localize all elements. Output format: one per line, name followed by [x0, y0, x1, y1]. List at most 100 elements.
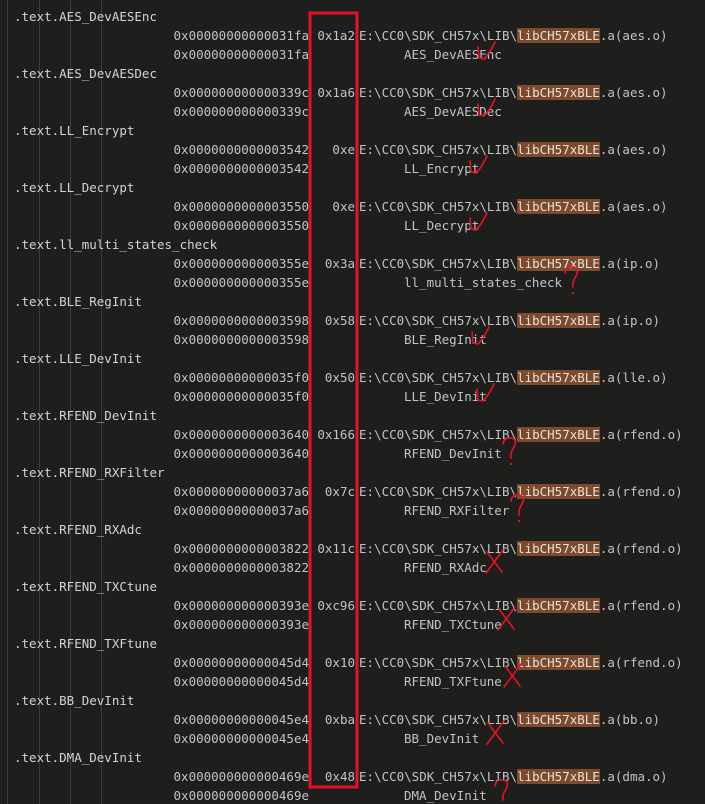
source-path-prefix: E:\CC0\SDK_CH57x\LIB\	[359, 28, 518, 43]
address-size-source-line[interactable]: 0x000000000000355e 0x3a E:\CC0\SDK_CH57x\L…	[0, 254, 705, 273]
source-path[interactable]: E:\CC0\SDK_CH57x\LIB\libCH57xBLE.a(bb.o)	[359, 710, 660, 729]
section-line[interactable]: .text.DMA_DevInit	[0, 748, 705, 767]
section-line[interactable]: .text.LL_Encrypt	[0, 121, 705, 140]
symbol-name: AES_DevAESEnc	[404, 47, 502, 62]
address-size-source-line[interactable]: 0x00000000000035f0 0x50 E:\CC0\SDK_CH57x\L…	[0, 368, 705, 387]
symbol-address-value: 0x00000000000037a6	[173, 503, 309, 518]
size-value: 0xc96	[317, 598, 355, 613]
source-path[interactable]: E:\CC0\SDK_CH57x\LIB\libCH57xBLE.a(ip.o)	[359, 254, 660, 273]
symbol-line[interactable]: 0x00000000000031fa AES_DevAESEnc	[0, 45, 705, 64]
symbol-line[interactable]: 0x00000000000035f0 LLE_DevInit	[0, 387, 705, 406]
section-name: .text.ll_multi_states_check	[14, 237, 218, 252]
address-size-source-line[interactable]: 0x0000000000003542 0xe E:\CC0\SDK_CH57x\LI…	[0, 140, 705, 159]
symbol-address-value: 0x000000000000393e	[173, 617, 309, 632]
size-value: 0x7c	[324, 484, 355, 499]
section-name: .text.LLE_DevInit	[14, 351, 142, 366]
address-size-source-line[interactable]: 0x000000000000339c 0x1a6 E:\CC0\SDK_CH57x\…	[0, 83, 705, 102]
address-value: 0x0000000000003542	[173, 142, 309, 157]
section-line[interactable]: .text.AES_DevAESDec	[0, 64, 705, 83]
symbol-line[interactable]: 0x0000000000003640 RFEND_DevInit	[0, 444, 705, 463]
address-size-source-line[interactable]: 0x000000000000469e 0x48 E:\CC0\SDK_CH57x\L…	[0, 767, 705, 786]
source-path[interactable]: E:\CC0\SDK_CH57x\LIB\libCH57xBLE.a(aes.o…	[359, 140, 668, 159]
size-value: 0x11c	[317, 541, 355, 556]
source-path-prefix: E:\CC0\SDK_CH57x\LIB\	[359, 541, 518, 556]
section-line[interactable]: .text.RFEND_RXAdc	[0, 520, 705, 539]
source-path-suffix: .a(ip.o)	[599, 256, 661, 271]
section-name: .text.AES_DevAESEnc	[14, 9, 157, 24]
symbol-line[interactable]: 0x00000000000045e4 BB_DevInit	[0, 729, 705, 748]
section-line[interactable]: .text.RFEND_TXCtune	[0, 577, 705, 596]
section-line[interactable]: .text.LL_Decrypt	[0, 178, 705, 197]
search-match-highlight: libCH57xBLE	[517, 598, 600, 613]
search-match-highlight: libCH57xBLE	[517, 712, 600, 727]
symbol-line[interactable]: 0x0000000000003598 BLE_RegInit	[0, 330, 705, 349]
address-size-source-line[interactable]: 0x0000000000003598 0x58 E:\CC0\SDK_CH57x\L…	[0, 311, 705, 330]
address-size-source-line[interactable]: 0x00000000000045d4 0x10 E:\CC0\SDK_CH57x\L…	[0, 653, 705, 672]
address-size-source-line[interactable]: 0x0000000000003550 0xe E:\CC0\SDK_CH57x\LI…	[0, 197, 705, 216]
address-value: 0x000000000000393e	[173, 598, 309, 613]
source-path[interactable]: E:\CC0\SDK_CH57x\LIB\libCH57xBLE.a(aes.o…	[359, 26, 668, 45]
symbol-address-value: 0x0000000000003542	[173, 161, 309, 176]
symbol-line[interactable]: 0x00000000000037a6 RFEND_RXFilter	[0, 501, 705, 520]
source-path[interactable]: E:\CC0\SDK_CH57x\LIB\libCH57xBLE.a(rfend…	[359, 425, 683, 444]
section-name: .text.RFEND_TXCtune	[14, 579, 157, 594]
source-path[interactable]: E:\CC0\SDK_CH57x\LIB\libCH57xBLE.a(rfend…	[359, 482, 683, 501]
address-size-source-line[interactable]: 0x00000000000031fa 0x1a2 E:\CC0\SDK_CH57x\…	[0, 26, 705, 45]
source-path[interactable]: E:\CC0\SDK_CH57x\LIB\libCH57xBLE.a(dma.o…	[359, 767, 668, 786]
size-value: 0xe	[332, 142, 355, 157]
source-path[interactable]: E:\CC0\SDK_CH57x\LIB\libCH57xBLE.a(rfend…	[359, 539, 683, 558]
source-path-prefix: E:\CC0\SDK_CH57x\LIB\	[359, 769, 518, 784]
size-value: 0x48	[324, 769, 355, 784]
section-line[interactable]: .text.BLE_RegInit	[0, 292, 705, 311]
symbol-address-value: 0x00000000000035f0	[173, 389, 309, 404]
symbol-address-value: 0x0000000000003550	[173, 218, 309, 233]
search-match-highlight: libCH57xBLE	[517, 28, 600, 43]
section-line[interactable]: .text.AES_DevAESEnc	[0, 7, 705, 26]
address-value: 0x00000000000045d4	[173, 655, 309, 670]
section-line[interactable]: .text.RFEND_RXFilter	[0, 463, 705, 482]
section-line[interactable]: .text.BB_DevInit	[0, 691, 705, 710]
size-value: 0xe	[332, 199, 355, 214]
symbol-line[interactable]: 0x000000000000393e RFEND_TXCtune	[0, 615, 705, 634]
source-path-prefix: E:\CC0\SDK_CH57x\LIB\	[359, 313, 518, 328]
address-size-source-line[interactable]: 0x0000000000003640 0x166 E:\CC0\SDK_CH57x\…	[0, 425, 705, 444]
source-path[interactable]: E:\CC0\SDK_CH57x\LIB\libCH57xBLE.a(aes.o…	[359, 197, 668, 216]
source-path[interactable]: E:\CC0\SDK_CH57x\LIB\libCH57xBLE.a(aes.o…	[359, 83, 668, 102]
section-name: .text.RFEND_DevInit	[14, 408, 157, 423]
size-value: 0x58	[324, 313, 355, 328]
source-path[interactable]: E:\CC0\SDK_CH57x\LIB\libCH57xBLE.a(ip.o)	[359, 311, 660, 330]
source-path-suffix: .a(ip.o)	[599, 313, 661, 328]
source-path-prefix: E:\CC0\SDK_CH57x\LIB\	[359, 427, 518, 442]
symbol-name: BLE_RegInit	[404, 332, 487, 347]
address-value: 0x00000000000031fa	[173, 28, 309, 43]
section-line[interactable]: .text.RFEND_DevInit	[0, 406, 705, 425]
symbol-line[interactable]: 0x000000000000469e DMA_DevInit	[0, 786, 705, 804]
address-value: 0x00000000000045e4	[173, 712, 309, 727]
address-size-source-line[interactable]: 0x00000000000037a6 0x7c E:\CC0\SDK_CH57x\L…	[0, 482, 705, 501]
symbol-line[interactable]: 0x00000000000045d4 RFEND_TXFtune	[0, 672, 705, 691]
symbol-line[interactable]: 0x0000000000003550 LL_Decrypt	[0, 216, 705, 235]
search-match-highlight: libCH57xBLE	[517, 85, 600, 100]
address-value: 0x000000000000469e	[173, 769, 309, 784]
address-size-source-line[interactable]: 0x00000000000045e4 0xba E:\CC0\SDK_CH57x\L…	[0, 710, 705, 729]
source-path-suffix: .a(aes.o)	[599, 85, 668, 100]
source-path[interactable]: E:\CC0\SDK_CH57x\LIB\libCH57xBLE.a(rfend…	[359, 596, 683, 615]
source-path[interactable]: E:\CC0\SDK_CH57x\LIB\libCH57xBLE.a(lle.o…	[359, 368, 668, 387]
symbol-line[interactable]: 0x0000000000003822 RFEND_RXAdc	[0, 558, 705, 577]
map-file-editor[interactable]: .text.AES_DevAESEnc 0x00000000000031fa 0x1…	[0, 0, 705, 804]
symbol-line[interactable]: 0x000000000000355e ll_multi_states_check	[0, 273, 705, 292]
symbol-line[interactable]: 0x000000000000339c AES_DevAESDec	[0, 102, 705, 121]
address-size-source-line[interactable]: 0x000000000000393e 0xc96 E:\CC0\SDK_CH57x\…	[0, 596, 705, 615]
address-value: 0x00000000000035f0	[173, 370, 309, 385]
section-line[interactable]: .text.ll_multi_states_check	[0, 235, 705, 254]
section-line[interactable]: .text.RFEND_TXFtune	[0, 634, 705, 653]
source-path[interactable]: E:\CC0\SDK_CH57x\LIB\libCH57xBLE.a(rfend…	[359, 653, 683, 672]
size-value: 0x3a	[324, 256, 355, 271]
address-size-source-line[interactable]: 0x0000000000003822 0x11c E:\CC0\SDK_CH57x\…	[0, 539, 705, 558]
symbol-line[interactable]: 0x0000000000003542 LL_Encrypt	[0, 159, 705, 178]
section-line[interactable]: .text.LLE_DevInit	[0, 349, 705, 368]
symbol-name: RFEND_RXFilter	[404, 503, 510, 518]
section-name: .text.LL_Decrypt	[14, 180, 135, 195]
size-value: 0x166	[317, 427, 355, 442]
symbol-name: LL_Encrypt	[404, 161, 480, 176]
